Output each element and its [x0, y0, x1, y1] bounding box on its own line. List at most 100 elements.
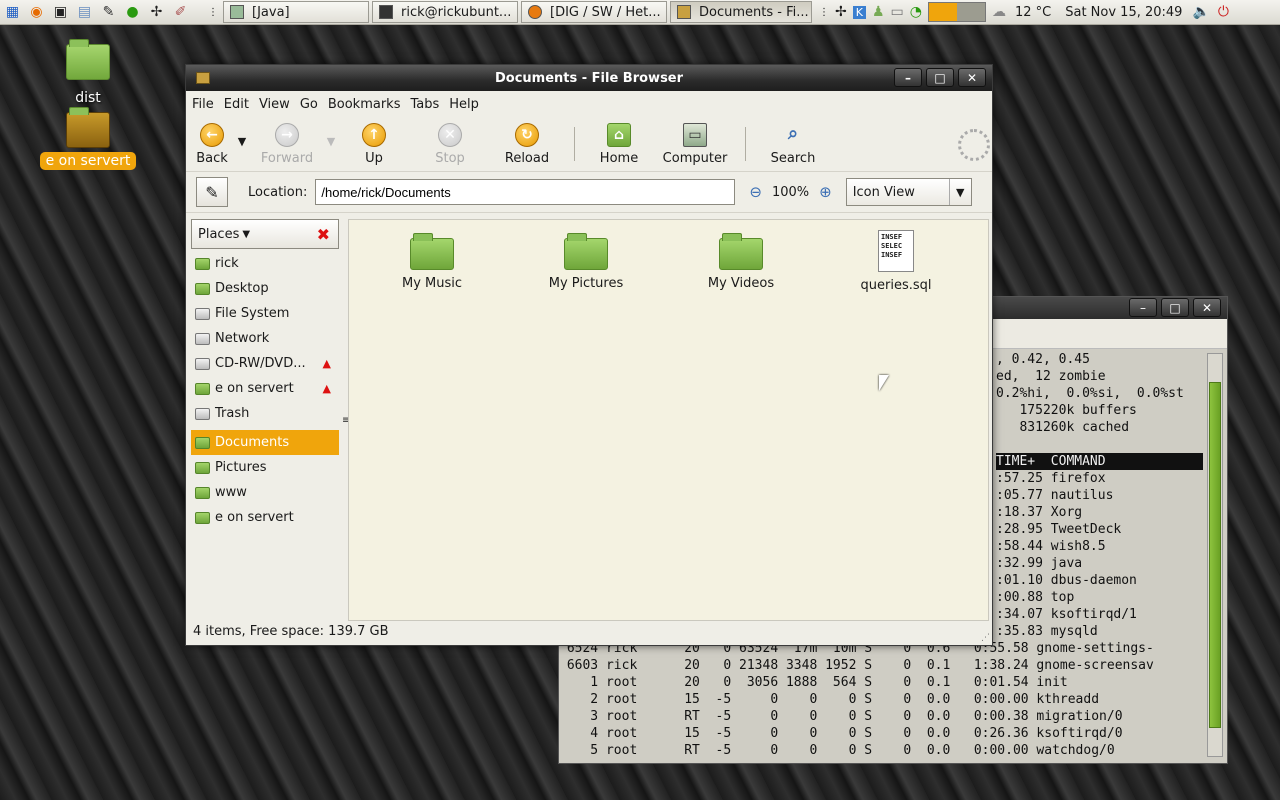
sidebar-item-desktop[interactable]: Desktop — [191, 276, 339, 301]
desktop-icon-label: dist — [75, 90, 101, 106]
volume-icon[interactable]: 🔈 — [1192, 4, 1209, 20]
green-ball-icon[interactable]: ● — [121, 1, 144, 24]
sidebar-item-rick[interactable]: rick — [191, 251, 339, 276]
file-item-my-music[interactable]: My Music — [367, 233, 497, 291]
folder-window-icon — [196, 72, 210, 84]
wifi-icon[interactable]: ◔ — [910, 4, 922, 20]
menu-go[interactable]: Go — [300, 97, 318, 112]
close-button[interactable]: ✕ — [958, 68, 986, 87]
sidebar-item-network-share[interactable]: e on servert ▲ — [191, 376, 339, 401]
terminal-icon[interactable]: ▣ — [49, 1, 72, 24]
task-java[interactable]: [Java] — [223, 1, 369, 23]
folder-icon — [410, 233, 454, 270]
forward-history-dropdown[interactable]: ▼ — [322, 123, 340, 148]
firefox-icon[interactable]: ◉ — [25, 1, 48, 24]
file-item-queries-sql[interactable]: INSEF SELEC INSEF queries.sql — [831, 230, 961, 293]
text-editor-icon[interactable]: ✐ — [169, 1, 192, 24]
close-button[interactable]: ✕ — [1193, 298, 1221, 317]
zoom-out-icon[interactable]: ⊖ — [749, 183, 762, 201]
maximize-button[interactable]: □ — [926, 68, 954, 87]
close-sidebar-icon[interactable]: ✖ — [317, 225, 330, 244]
java-window-icon — [230, 5, 244, 19]
back-button[interactable]: ← Back — [192, 123, 232, 166]
user-tray-icon[interactable]: ♟ — [872, 4, 885, 20]
menu-bookmarks[interactable]: Bookmarks — [328, 97, 401, 112]
scrollbar-thumb[interactable] — [1209, 382, 1221, 728]
sidebar-resize-handle[interactable]: ≡ — [342, 415, 350, 426]
trash-icon — [195, 407, 210, 420]
toolbar: ← Back ▼ → Forward ▼ ↑ Up ✕ Stop ↻ Reloa… — [186, 117, 992, 171]
sidebar-item-pictures[interactable]: Pictures — [191, 455, 339, 480]
file-item-my-pictures[interactable]: My Pictures — [521, 233, 651, 291]
up-button[interactable]: ↑ Up — [340, 123, 408, 166]
reload-button[interactable]: ↻ Reload — [492, 123, 562, 166]
clock[interactable]: Sat Nov 15, 20:49 — [1065, 5, 1182, 20]
location-input[interactable] — [315, 179, 736, 205]
file-manager-icon[interactable]: ▤ — [73, 1, 96, 24]
network-folder-icon — [195, 511, 210, 524]
sidebar-item-cdrom[interactable]: CD-RW/DVD... ▲ — [191, 351, 339, 376]
k-tray-icon[interactable]: K — [852, 5, 866, 19]
menu-file[interactable]: File — [192, 97, 214, 112]
sidebar-item-network-share-bookmark[interactable]: e on servert — [191, 505, 339, 530]
terminal-window-icon — [379, 5, 393, 19]
logout-icon[interactable]: ⏻ — [1218, 4, 1229, 20]
sidebar-selector[interactable]: Places ▼ ✖ — [191, 219, 339, 249]
window-title-bar[interactable]: Documents - File Browser – □ ✕ — [186, 65, 992, 91]
forward-button[interactable]: → Forward — [252, 123, 322, 166]
eject-icon[interactable]: ▲ — [323, 382, 331, 395]
menu-tabs[interactable]: Tabs — [410, 97, 439, 112]
weather-icon[interactable]: ☁ — [992, 4, 1006, 20]
back-history-dropdown[interactable]: ▼ — [232, 123, 252, 148]
apps-menu-icon[interactable]: ▦ — [1, 1, 24, 24]
desktop-icon-network-share[interactable]: e on servert — [40, 107, 136, 170]
terminal-scrollbar[interactable] — [1207, 353, 1223, 757]
task-terminal[interactable]: rick@rickubunt... — [372, 1, 518, 23]
sql-file-icon: INSEF SELEC INSEF — [878, 230, 914, 272]
desktop-icon-dist[interactable]: dist — [60, 39, 116, 106]
menubar: File Edit View Go Bookmarks Tabs Help — [186, 91, 992, 117]
sidebar-item-filesystem[interactable]: File System — [191, 301, 339, 326]
file-view[interactable]: My Music My Pictures My Videos INSEF SEL… — [348, 219, 989, 621]
panel-handle-icon[interactable]: ⋮ — [819, 7, 829, 18]
sidebar-item-www[interactable]: www — [191, 480, 339, 505]
location-label: Location: — [248, 184, 308, 200]
task-file-browser[interactable]: Documents - Fi... — [670, 1, 812, 23]
weather-temperature[interactable]: 12 °C — [1015, 5, 1051, 20]
panel-handle-icon[interactable]: ⋮ — [206, 1, 220, 24]
terminal-output[interactable]: , 0.42, 0.45 ed, 12 zombie 0.2%hi, 0.0%si,… — [567, 351, 1203, 759]
terminal-line: :00.88 top — [996, 590, 1075, 605]
stop-button[interactable]: ✕ Stop — [408, 123, 492, 166]
cpu-monitor-icon[interactable] — [927, 2, 986, 22]
search-button[interactable]: ⌕ Search — [758, 123, 828, 166]
terminal-line: :32.99 java — [996, 556, 1083, 571]
maximize-button[interactable]: □ — [1161, 298, 1189, 317]
zoom-level[interactable]: 100% — [772, 185, 809, 200]
bird-tray-icon[interactable]: ✢ — [835, 4, 847, 20]
sidebar-item-trash[interactable]: Trash — [191, 401, 339, 426]
computer-button[interactable]: ▭ Computer — [651, 123, 739, 166]
menu-help[interactable]: Help — [449, 97, 479, 112]
toggle-location-entry-button[interactable]: ✎ — [196, 177, 228, 207]
menu-view[interactable]: View — [259, 97, 290, 112]
network-icon — [195, 332, 210, 345]
task-firefox[interactable]: [DIG / SW / Het... — [521, 1, 667, 23]
toolbar-separator — [745, 127, 746, 161]
resize-grip-icon[interactable]: ⋰ — [981, 633, 990, 643]
printer-tray-icon[interactable]: ▭ — [891, 4, 904, 20]
home-button[interactable]: ⌂ Home — [587, 123, 651, 166]
zoom-in-icon[interactable]: ⊕ — [819, 183, 832, 201]
eject-icon[interactable]: ▲ — [323, 357, 331, 370]
bird-icon[interactable]: ✢ — [145, 1, 168, 24]
terminal-line: 175220k buffers — [996, 403, 1137, 418]
notepad-icon[interactable]: ✎ — [97, 1, 120, 24]
minimize-button[interactable]: – — [894, 68, 922, 87]
file-item-my-videos[interactable]: My Videos — [676, 233, 806, 291]
sidebar-item-documents[interactable]: Documents — [191, 430, 339, 455]
view-mode-select[interactable]: Icon View ▼ — [845, 178, 972, 206]
folder-icon — [195, 461, 210, 474]
minimize-button[interactable]: – — [1129, 298, 1157, 317]
sidebar-item-network[interactable]: Network — [191, 326, 339, 351]
menu-edit[interactable]: Edit — [224, 97, 249, 112]
